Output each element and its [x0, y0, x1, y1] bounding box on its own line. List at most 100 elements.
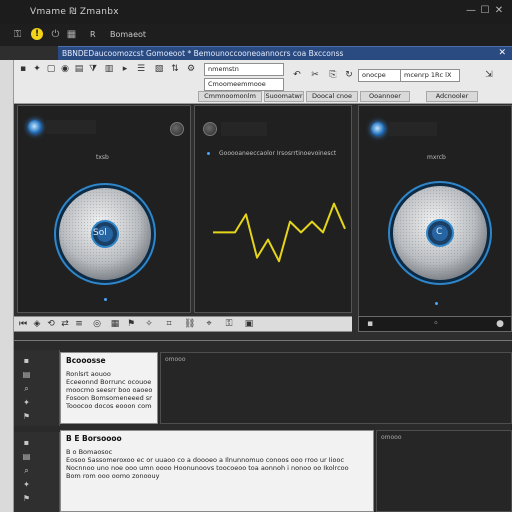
arrows-icon[interactable]: ⇅ — [170, 64, 180, 74]
side-flag-icon[interactable]: ⚑ — [22, 412, 31, 421]
command-bar: ⚿ ! ⏻ ▦ R Bomaeot — [0, 24, 512, 46]
cut-icon[interactable]: ✂ — [310, 70, 320, 80]
left-jog-wheel[interactable]: Sol — [53, 182, 157, 286]
list-icon[interactable]: ☰ — [136, 64, 146, 74]
top-document: Bcooosse Ronlsrt aouoo Eceeonnd Borrunc … — [60, 352, 158, 424]
layout-icon[interactable]: ▤ — [74, 64, 84, 74]
toolbar-field-two[interactable]: Cmoomeemmooe — [204, 78, 284, 91]
address-close-icon[interactable]: ✕ — [498, 48, 506, 58]
address-text: BBNDEDaucoomozcst Gomoeoot * Bemounoccoo… — [62, 49, 344, 58]
bottom-side-column: ▪ ▤ ⌕ ✦ ⚑ — [14, 432, 60, 512]
crop-icon[interactable]: ⌗ — [164, 319, 174, 329]
marker-icon[interactable]: ⚑ — [126, 319, 136, 329]
tag-icon[interactable]: ⌖ — [204, 319, 214, 329]
side-bottom-flag-icon[interactable]: ⚑ — [22, 494, 31, 503]
lock-icon[interactable]: ⚿ — [12, 29, 23, 40]
chart-icon[interactable]: ▧ — [154, 64, 164, 74]
left-disc-label: Sol — [93, 228, 107, 238]
left-deck-knob[interactable] — [170, 122, 184, 136]
right-deck-bar: ▪ ◦ ● — [358, 316, 512, 332]
bottom-doc-line-1: B o Bomaosoc — [66, 448, 113, 456]
prev-icon[interactable]: ⏮ — [18, 319, 28, 329]
paste-icon[interactable]: ⎘ — [328, 70, 338, 80]
fx-icon[interactable]: ✧ — [144, 319, 154, 329]
side-bottom-doc-icon[interactable]: ▤ — [22, 452, 31, 461]
address-bar[interactable]: BBNDEDaucoomozcst Gomoeoot * Bemounoccoo… — [58, 46, 512, 60]
bottom-document: B E Borsoooo B o Bomaosoc Eosoo Sassomer… — [60, 430, 374, 512]
settings-icon[interactable]: ⚙ — [186, 64, 196, 74]
right-deck-panel: mxrcb C — [358, 105, 512, 317]
stop-icon[interactable]: ▪ — [18, 64, 28, 74]
frame-icon[interactable]: ▢ — [46, 64, 56, 74]
waveform-graph — [213, 202, 346, 263]
side-bottom-star-icon[interactable]: ✦ — [22, 480, 31, 489]
columns-icon[interactable]: ▥ — [104, 64, 114, 74]
grid-icon[interactable]: ▦ — [66, 29, 77, 40]
tab-five[interactable]: Adcnooler — [426, 91, 478, 102]
left-deck-title: txsb — [96, 154, 109, 161]
right-prev-icon[interactable]: ▪ — [365, 319, 375, 329]
minimize-button[interactable]: — — [466, 6, 476, 16]
top-doc-line-3: moocmo seesrr boo oaoeoomnrosoo ploocr — [66, 386, 152, 394]
undo-icon[interactable]: ↶ — [292, 70, 302, 80]
bottom-doc-heading: B E Borsoooo — [66, 434, 122, 443]
save-icon[interactable]: ▣ — [244, 319, 254, 329]
bottom-doc-line-4: Bom rom ooo oomo zonoouy — [66, 472, 160, 480]
right-deck-title: mxrcb — [427, 154, 446, 161]
lock-small-icon[interactable]: ⚿ — [224, 319, 234, 329]
grid-small-icon[interactable]: ▦ — [110, 319, 120, 329]
top-doc-heading: Bcooosse — [66, 356, 106, 365]
top-doc-line-1: Ronlsrt aouoo — [66, 370, 111, 378]
toolbar-field-one[interactable]: nmemstn — [204, 63, 284, 76]
right-play-icon[interactable]: ◦ — [431, 319, 441, 329]
left-deck-indicator — [104, 298, 107, 301]
side-star-icon[interactable]: ✦ — [22, 398, 31, 407]
toolbar-field-three[interactable]: onocpe — [358, 69, 404, 82]
tab-two[interactable]: Suoomatwr — [264, 91, 304, 102]
right-cue-icon[interactable]: ● — [495, 319, 505, 329]
filter-icon[interactable]: ⧩ — [88, 64, 98, 74]
close-button[interactable]: ✕ — [494, 6, 504, 16]
top-doc-line-5: Tooocoo docos eooon comcoe — [66, 402, 152, 410]
tab-three[interactable]: Doocal cnoe — [306, 91, 358, 102]
tab-four[interactable]: Ooannoer — [360, 91, 410, 102]
waveform-knob[interactable] — [203, 122, 217, 136]
bottom-doc-line-2: Eosoo Sassomeroxoo ec or uuaoo co a dooo… — [66, 456, 345, 464]
pin-icon[interactable]: ✦ — [32, 64, 42, 74]
left-deck-header — [46, 120, 96, 134]
record-icon[interactable]: ◉ — [60, 64, 70, 74]
export-icon[interactable]: ⇲ — [484, 70, 494, 80]
link-icon[interactable]: ⛓ — [184, 319, 195, 329]
top-side-column: ▪ ▤ ⌕ ✦ ⚑ — [14, 350, 60, 426]
eq-icon[interactable]: ≡ — [74, 319, 84, 329]
power-icon[interactable]: ⏻ — [50, 29, 61, 40]
side-doc-icon[interactable]: ▤ — [22, 370, 31, 379]
side-bottom-search-icon[interactable]: ⌕ — [22, 466, 31, 475]
right-status-led-icon — [371, 122, 385, 136]
waveform-indicator — [207, 152, 210, 155]
side-bottom-home-icon[interactable]: ▪ — [22, 438, 31, 447]
sync-icon[interactable]: ⇄ — [60, 319, 70, 329]
cue-icon[interactable]: ◈ — [32, 319, 42, 329]
cmd-label-two: Bomaeot — [110, 30, 147, 39]
right-jog-wheel[interactable]: C — [387, 180, 493, 286]
top-doc-line-2: Eceeonnd Borrunc ocouoe sosood Oleemurg — [66, 378, 152, 386]
right-deck-indicator — [435, 302, 438, 305]
warning-icon[interactable]: ! — [31, 28, 43, 40]
loop-icon[interactable]: ⟲ — [46, 319, 56, 329]
tab-one[interactable]: Cmmnoomonlm — [198, 91, 262, 102]
left-rail — [0, 60, 14, 512]
app-window: Vmame ₪ Zmanbx — ☐ ✕ ⚿ ! ⏻ ▦ R Bomaeot B… — [0, 0, 512, 512]
top-right-pane: omooo — [160, 352, 512, 424]
refresh-icon[interactable]: ↻ — [344, 70, 354, 80]
waveform-line — [213, 202, 346, 263]
maximize-button[interactable]: ☐ — [480, 6, 490, 16]
waveform-header — [221, 122, 267, 136]
play-icon[interactable]: ▸ — [120, 64, 130, 74]
side-home-icon[interactable]: ▪ — [22, 356, 31, 365]
top-doc-line-4: Fosoon Bomsomeneeed smouoo ilocs — [66, 394, 152, 402]
toolbar: ▪ ✦ ▢ ◉ ▤ ⧩ ▥ ▸ ☰ ▧ ⇅ ⚙ nmemstn Cmoomeem… — [14, 60, 512, 104]
toolbar-field-four[interactable]: mcenrp 1Rc lX — [400, 69, 460, 82]
target-icon[interactable]: ◎ — [92, 319, 102, 329]
side-search-icon[interactable]: ⌕ — [22, 384, 31, 393]
